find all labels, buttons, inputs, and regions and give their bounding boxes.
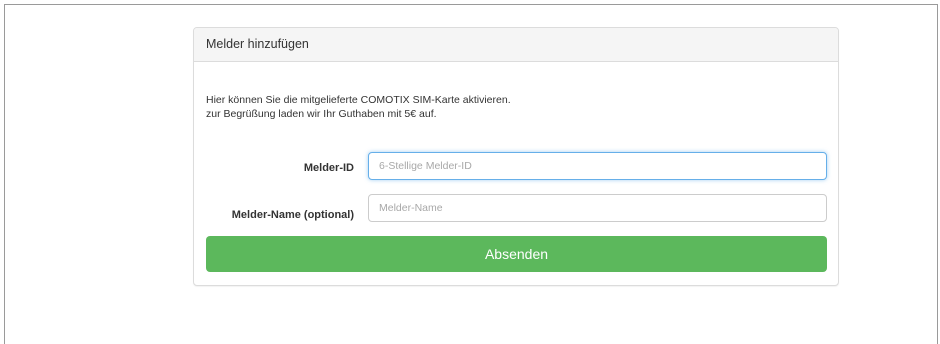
intro-text: Hier können Sie die mitgelieferte COMOTI…	[206, 93, 511, 121]
intro-line-2: zur Begrüßung laden wir Ihr Guthaben mit…	[206, 108, 437, 120]
intro-line-1: Hier können Sie die mitgelieferte COMOTI…	[206, 94, 511, 106]
add-detector-panel: Melder hinzufügen Hier können Sie die mi…	[193, 27, 839, 286]
melder-id-input[interactable]	[368, 152, 827, 180]
submit-button[interactable]: Absenden	[206, 236, 827, 272]
melder-id-label: Melder-ID	[303, 162, 354, 174]
melder-name-input[interactable]	[368, 194, 827, 222]
panel-title: Melder hinzufügen	[194, 28, 838, 62]
melder-name-label: Melder-Name (optional)	[231, 209, 354, 221]
